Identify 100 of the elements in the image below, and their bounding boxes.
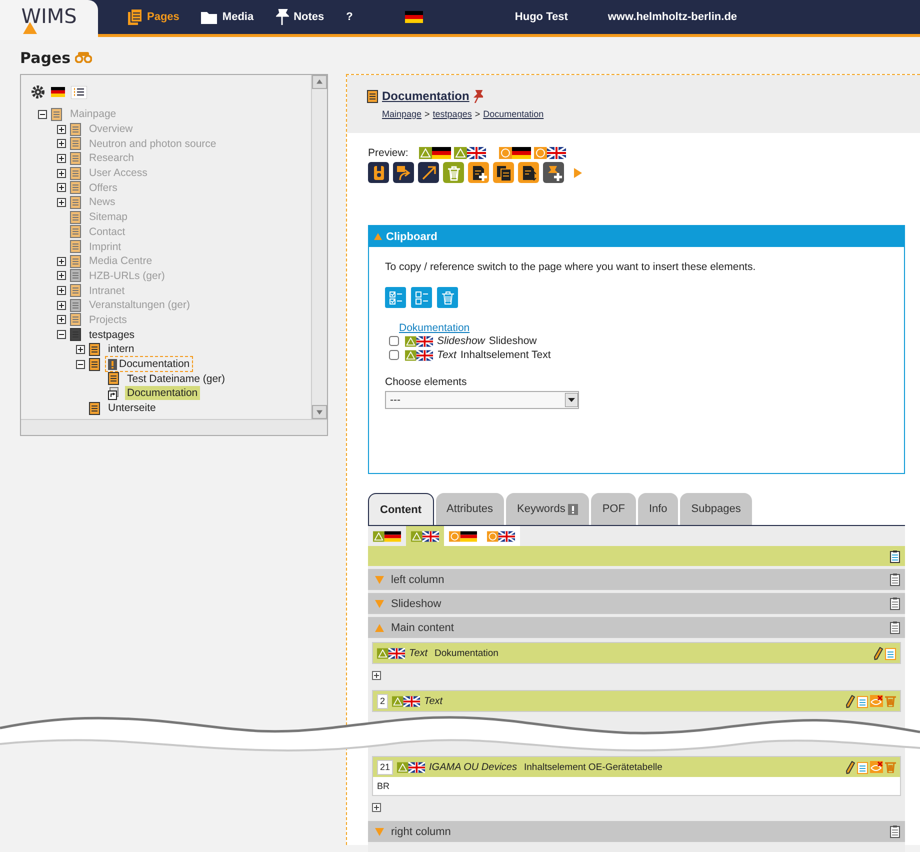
preview-link[interactable] bbox=[499, 147, 532, 159]
expand-icon[interactable] bbox=[57, 300, 66, 310]
tree-item[interactable]: intern bbox=[106, 342, 136, 356]
position-field[interactable]: 2 bbox=[377, 694, 388, 708]
element-title: Dokumentation bbox=[434, 648, 498, 658]
expand-icon[interactable] bbox=[57, 315, 66, 324]
hide-icon[interactable] bbox=[870, 761, 883, 773]
expand-icon[interactable] bbox=[57, 139, 66, 148]
list-icon[interactable] bbox=[71, 86, 87, 98]
tab[interactable]: Subpages bbox=[680, 493, 752, 525]
logo[interactable]: WIMS bbox=[0, 0, 98, 40]
clipboard-icon[interactable] bbox=[890, 597, 900, 610]
nav-link[interactable]: Pages bbox=[128, 9, 180, 25]
clipboard-icon[interactable] bbox=[890, 621, 900, 634]
language-tab[interactable] bbox=[406, 526, 444, 546]
move-button[interactable] bbox=[518, 162, 539, 183]
page-icon bbox=[70, 284, 81, 298]
tab[interactable]: Info bbox=[638, 493, 678, 525]
nav-link[interactable]: Media bbox=[201, 10, 254, 24]
preview-link[interactable] bbox=[454, 147, 486, 159]
tree-item[interactable]: testpages bbox=[87, 328, 137, 342]
language-tab[interactable] bbox=[482, 526, 520, 546]
expand-icon[interactable] bbox=[57, 124, 66, 134]
expand-icon[interactable] bbox=[57, 168, 66, 178]
document-arrows-icon bbox=[520, 164, 536, 180]
expand-icon[interactable] bbox=[57, 256, 66, 266]
preview-label: Preview: bbox=[368, 147, 408, 159]
nav-link[interactable]: Notes bbox=[276, 9, 324, 25]
pin-icon[interactable] bbox=[473, 90, 484, 102]
section-header[interactable]: Main content bbox=[368, 617, 905, 638]
clipboard-icon[interactable] bbox=[890, 573, 900, 586]
add-icon[interactable] bbox=[372, 802, 381, 812]
clipboard-icon[interactable] bbox=[885, 646, 896, 660]
element-type: Slideshow bbox=[437, 335, 485, 347]
expand-icon[interactable] bbox=[57, 271, 66, 280]
section-header[interactable]: Slideshow bbox=[368, 593, 905, 614]
breadcrumb-link[interactable]: Mainpage bbox=[382, 109, 422, 119]
expand-icon[interactable] bbox=[57, 154, 66, 163]
element-title: Inhaltselement OE-Gerätetabelle bbox=[524, 762, 662, 772]
link-button[interactable] bbox=[418, 162, 439, 183]
pencil-icon[interactable] bbox=[846, 694, 855, 708]
horizontal-scrollbar[interactable] bbox=[21, 419, 327, 435]
element-title: Inhaltselement Text bbox=[460, 349, 551, 361]
settings-icon[interactable] bbox=[31, 85, 45, 99]
item-checkbox[interactable] bbox=[389, 350, 399, 360]
tab[interactable]: Keywords bbox=[506, 493, 590, 525]
nav-link[interactable]: ? bbox=[346, 11, 353, 23]
page-icon bbox=[89, 342, 100, 356]
breadcrumb-link[interactable]: testpages bbox=[432, 109, 472, 119]
expand-icon[interactable] bbox=[57, 183, 66, 192]
preview-link[interactable] bbox=[534, 147, 566, 159]
preview-link[interactable] bbox=[419, 147, 452, 159]
scroll-up-icon[interactable] bbox=[312, 75, 327, 89]
item-checkbox[interactable] bbox=[389, 336, 399, 346]
vertical-scrollbar[interactable] bbox=[311, 75, 327, 419]
tab[interactable]: Attributes bbox=[436, 493, 504, 525]
clipboard-icon[interactable] bbox=[857, 760, 868, 774]
scroll-down-icon[interactable] bbox=[312, 405, 327, 419]
content-element-bar[interactable]: 2 Text bbox=[373, 691, 900, 711]
tree-item[interactable]: Documentation bbox=[125, 386, 200, 400]
copy-button[interactable] bbox=[493, 162, 514, 183]
page-title-link[interactable]: Documentation bbox=[382, 89, 470, 103]
german-flag-icon[interactable] bbox=[51, 87, 65, 97]
pencil-icon[interactable] bbox=[846, 760, 855, 774]
tree-item[interactable]: Unterseite bbox=[106, 401, 158, 416]
page-icon bbox=[70, 196, 81, 209]
add-icon[interactable] bbox=[372, 670, 381, 680]
trash-icon bbox=[440, 290, 454, 304]
section-header[interactable]: left column bbox=[368, 569, 905, 590]
content-element-bar[interactable]: Text Dokumentation bbox=[373, 643, 900, 663]
hide-icon[interactable] bbox=[870, 695, 883, 707]
collapse-icon[interactable] bbox=[38, 110, 47, 119]
german-flag-icon[interactable] bbox=[404, 11, 423, 23]
forward-button[interactable] bbox=[393, 162, 414, 183]
breadcrumb-link[interactable]: Documentation bbox=[483, 109, 544, 119]
content-element-bar[interactable]: 21 IGAMA OU Devices Inhaltselement OE-Gerätetabelle bbox=[373, 757, 900, 777]
expand-icon[interactable] bbox=[57, 286, 66, 296]
section-header[interactable]: right column bbox=[368, 821, 905, 842]
select-all-button[interactable] bbox=[385, 287, 406, 308]
expand-icon[interactable] bbox=[57, 198, 66, 207]
expand-icon[interactable] bbox=[76, 344, 85, 354]
tree-item[interactable]: Test Dateiname (ger) bbox=[125, 372, 228, 386]
add-note-button[interactable] bbox=[543, 162, 564, 183]
tab[interactable]: Content bbox=[368, 493, 434, 525]
language-tab[interactable] bbox=[444, 526, 482, 546]
clipboard-page-link[interactable]: Dokumentation bbox=[399, 322, 888, 334]
pencil-icon[interactable] bbox=[874, 646, 883, 660]
position-field[interactable]: 21 bbox=[377, 760, 394, 774]
choose-dropdown[interactable]: --- bbox=[385, 391, 579, 409]
new-page-button[interactable] bbox=[468, 162, 489, 183]
collapse-icon[interactable] bbox=[57, 330, 66, 340]
clipboard-icon[interactable] bbox=[890, 550, 900, 562]
deselect-button[interactable] bbox=[411, 287, 432, 308]
delete-button[interactable] bbox=[437, 287, 458, 308]
tab[interactable]: POF bbox=[591, 493, 636, 525]
collapse-icon[interactable] bbox=[76, 360, 85, 369]
clipboard-icon[interactable] bbox=[857, 694, 868, 708]
clipboard-icon[interactable] bbox=[890, 825, 900, 838]
tree-item[interactable]: Documentation bbox=[106, 357, 192, 372]
save-button[interactable] bbox=[368, 162, 389, 183]
